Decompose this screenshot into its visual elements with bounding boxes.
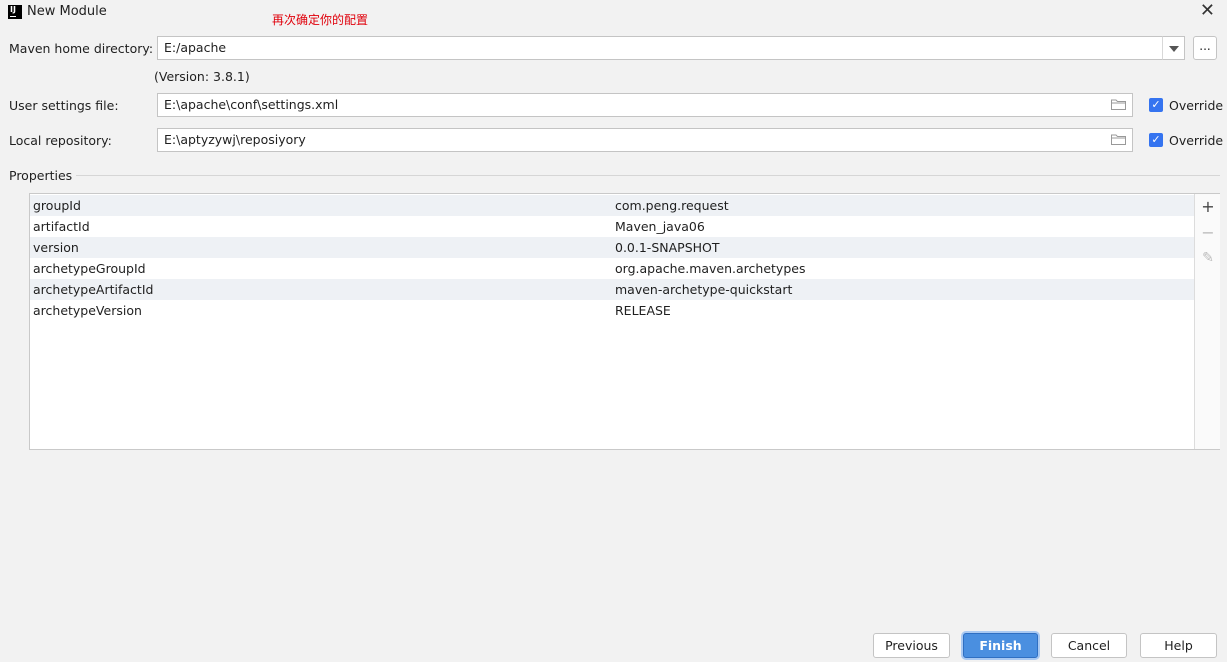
divider bbox=[76, 175, 1220, 176]
property-value: RELEASE bbox=[615, 303, 671, 318]
local-repo-label: Local repository: bbox=[9, 133, 112, 148]
remove-icon[interactable]: − bbox=[1195, 222, 1221, 244]
property-value: 0.0.1-SNAPSHOT bbox=[615, 240, 720, 255]
property-key: archetypeVersion bbox=[33, 303, 142, 318]
table-row[interactable]: artifactId Maven_java06 bbox=[30, 216, 1194, 237]
properties-section-title: Properties bbox=[9, 168, 73, 183]
table-row[interactable]: archetypeVersion RELEASE bbox=[30, 300, 1194, 321]
properties-toolbar: + − ✎ bbox=[1194, 194, 1220, 449]
maven-home-label-text: Maven home directory: bbox=[9, 41, 154, 56]
property-value: maven-archetype-quickstart bbox=[615, 282, 793, 297]
maven-version-text: (Version: 3.8.1) bbox=[154, 69, 250, 84]
window-title: New Module bbox=[27, 4, 107, 19]
property-key: archetypeArtifactId bbox=[33, 282, 154, 297]
edit-icon[interactable]: ✎ bbox=[1195, 247, 1221, 269]
property-value: com.peng.request bbox=[615, 198, 729, 213]
override-repo-checkbox[interactable]: ✓ bbox=[1149, 133, 1163, 147]
property-key: archetypeGroupId bbox=[33, 261, 146, 276]
maven-home-label: Maven home directory: bbox=[9, 41, 153, 56]
table-row[interactable]: groupId com.peng.request bbox=[30, 195, 1194, 216]
help-button[interactable]: Help bbox=[1140, 633, 1217, 658]
property-key: version bbox=[33, 240, 79, 255]
maven-home-input[interactable]: E:/apache bbox=[157, 36, 1163, 60]
properties-table: groupId com.peng.request artifactId Mave… bbox=[29, 193, 1220, 450]
local-repo-input[interactable]: E:\aptyzywj\reposiyory bbox=[157, 128, 1133, 152]
close-icon[interactable]: ✕ bbox=[1200, 2, 1215, 20]
property-key: groupId bbox=[33, 198, 81, 213]
folder-icon[interactable] bbox=[1111, 134, 1126, 145]
override-settings-checkbox[interactable]: ✓ bbox=[1149, 98, 1163, 112]
cancel-button[interactable]: Cancel bbox=[1051, 633, 1127, 658]
user-settings-label: User settings file: bbox=[9, 98, 119, 113]
annotation-text: 再次确定你的配置 bbox=[272, 13, 369, 27]
intellij-logo-icon: IJ bbox=[8, 5, 22, 19]
add-icon[interactable]: + bbox=[1195, 196, 1221, 218]
table-row[interactable]: archetypeArtifactId maven-archetype-quic… bbox=[30, 279, 1194, 300]
browse-button[interactable]: ... bbox=[1193, 36, 1217, 60]
folder-icon[interactable] bbox=[1111, 99, 1126, 110]
user-settings-input[interactable]: E:\apache\conf\settings.xml bbox=[157, 93, 1133, 117]
override-repo-label: Override bbox=[1169, 133, 1224, 148]
chevron-down-icon[interactable] bbox=[1162, 36, 1185, 60]
property-value: org.apache.maven.archetypes bbox=[615, 261, 806, 276]
finish-button[interactable]: Finish bbox=[963, 633, 1038, 658]
property-key: artifactId bbox=[33, 219, 90, 234]
property-value: Maven_java06 bbox=[615, 219, 705, 234]
table-row[interactable]: version 0.0.1-SNAPSHOT bbox=[30, 237, 1194, 258]
previous-button[interactable]: Previous bbox=[873, 633, 950, 658]
table-row[interactable]: archetypeGroupId org.apache.maven.archet… bbox=[30, 258, 1194, 279]
override-settings-label: Override bbox=[1169, 98, 1224, 113]
